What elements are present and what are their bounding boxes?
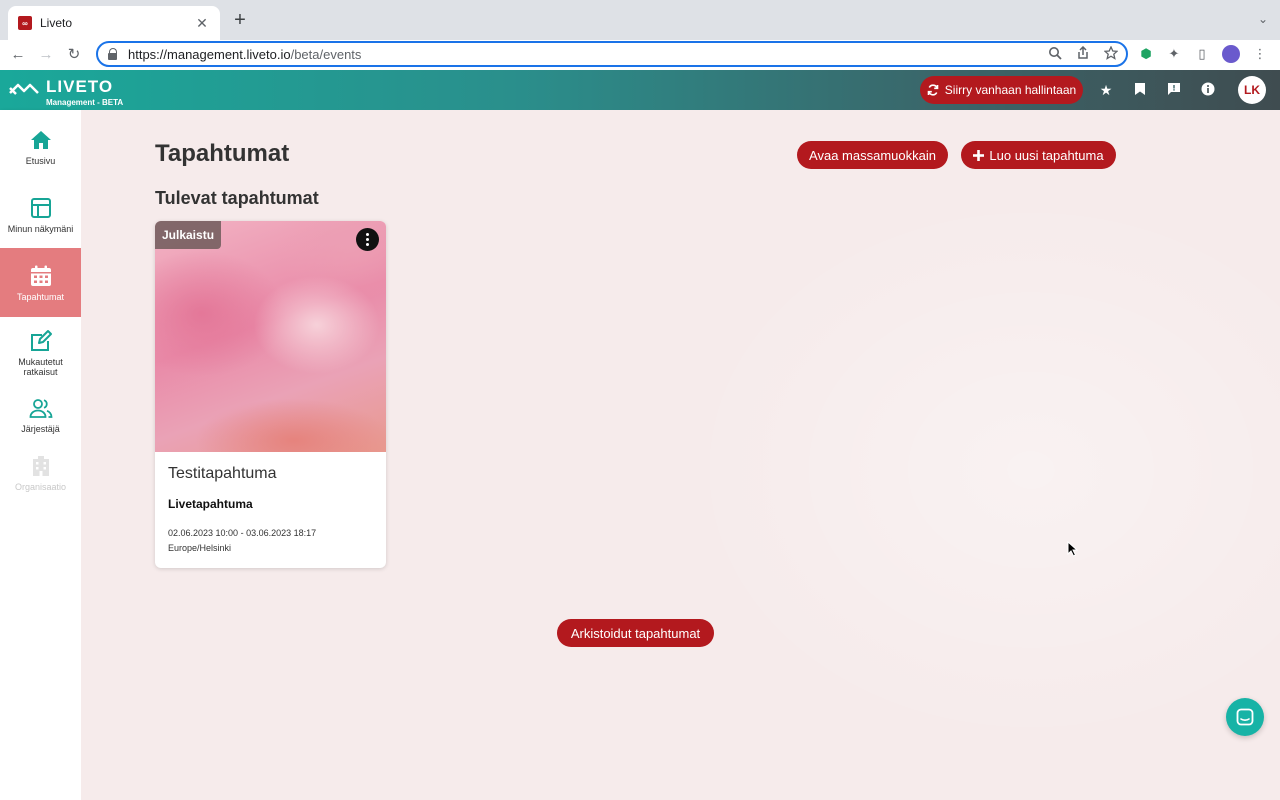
app-header: LIVETO Management - BETA Siirry vanhaan … (0, 70, 1280, 110)
sidebar-item-label: Organisaatio (14, 482, 67, 492)
users-icon (29, 399, 52, 418)
section-title: Tulevat tapahtumat (155, 188, 319, 208)
back-arrow-icon[interactable]: ← (8, 45, 28, 65)
background-decoration (681, 190, 1280, 750)
sidebar-item-organizer[interactable]: Järjestäjä (0, 396, 81, 444)
chat-launcher-button[interactable] (1226, 698, 1264, 736)
browser-menu-icon[interactable]: ⋮ (1252, 46, 1268, 62)
liveto-logo-mark-icon (8, 82, 40, 96)
address-bar[interactable]: https://management.liveto.io/beta/events (96, 41, 1128, 67)
sidebar-item-label: Järjestäjä (21, 424, 60, 434)
extension-hex-icon[interactable]: ⬢ (1138, 46, 1154, 62)
bookmark-icon[interactable] (1132, 82, 1148, 98)
layout-icon (30, 198, 51, 218)
logo-text: LIVETO (46, 77, 114, 96)
mouse-cursor-icon (1067, 541, 1079, 557)
event-card[interactable]: Julkaistu Testitapahtuma Livetapahtuma 0… (155, 221, 386, 568)
plus-icon (973, 149, 985, 161)
more-options-icon[interactable] (356, 228, 379, 251)
event-timezone: Europe/Helsinki (168, 543, 232, 553)
url-text: https://management.liveto.io/beta/events (128, 46, 362, 62)
user-avatar[interactable]: LK (1238, 76, 1266, 104)
side-panel-icon[interactable]: ▯ (1194, 46, 1210, 62)
chat-icon (1236, 708, 1254, 726)
liveto-logo[interactable]: LIVETO (8, 78, 113, 96)
liveto-favicon-icon: ∞ (18, 16, 32, 30)
tab-title: Liveto (40, 16, 73, 30)
event-title: Testitapahtuma (168, 465, 277, 482)
browser-toolbar: ← → ↻ https://management.liveto.io/beta/… (0, 40, 1280, 70)
sidebar: Etusivu Minun näkymäni Tapahtumat Mukaut… (0, 110, 81, 800)
sidebar-item-my-view[interactable]: Minun näkymäni (0, 196, 81, 248)
sync-icon (927, 84, 939, 96)
reload-icon[interactable]: ↻ (64, 45, 84, 65)
sidebar-item-label: Etusivu (25, 156, 56, 166)
old-admin-label: Siirry vanhaan hallintaan (944, 83, 1077, 97)
browser-tab[interactable]: ∞ Liveto ✕ (8, 6, 220, 40)
sidebar-item-label: Mukautetut ratkaisut (18, 357, 63, 377)
profile-avatar-icon[interactable] (1222, 45, 1240, 63)
info-icon[interactable] (1200, 82, 1216, 98)
forward-arrow-icon[interactable]: → (36, 45, 56, 65)
archived-events-button[interactable]: Arkistoidut tapahtumat (557, 619, 714, 647)
tab-close-icon[interactable]: ✕ (194, 15, 210, 32)
feedback-icon[interactable] (1166, 82, 1182, 98)
old-admin-button[interactable]: Siirry vanhaan hallintaan (920, 76, 1083, 104)
status-badge: Julkaistu (155, 221, 222, 249)
page-title: Tapahtumat (155, 140, 290, 167)
bookmark-star-icon[interactable] (1104, 46, 1118, 60)
event-type: Livetapahtuma (168, 497, 253, 511)
sidebar-item-events[interactable]: Tapahtumat (0, 248, 81, 317)
sidebar-item-label: Tapahtumat (16, 292, 65, 302)
building-icon (32, 456, 49, 476)
new-tab-button[interactable]: + (230, 10, 250, 30)
share-icon[interactable] (1076, 46, 1090, 60)
lock-icon (108, 48, 118, 60)
extensions-puzzle-icon[interactable]: ✦ (1166, 46, 1182, 62)
mass-edit-button[interactable]: Avaa massamuokkain (797, 141, 948, 169)
sidebar-item-organization: Organisaatio (0, 454, 81, 494)
calendar-icon (30, 265, 51, 286)
main-content: Tapahtumat Avaa massamuokkain Luo uusi t… (81, 110, 1280, 800)
zoom-icon[interactable] (1048, 46, 1062, 60)
event-image (155, 221, 386, 452)
home-icon (30, 131, 51, 149)
sidebar-item-custom-solutions[interactable]: Mukautetut ratkaisut (0, 329, 81, 385)
sidebar-item-label: Minun näkymäni (7, 224, 74, 234)
tab-search-chevron-icon[interactable]: ⌄ (1258, 12, 1268, 26)
create-event-label: Luo uusi tapahtuma (989, 147, 1104, 163)
event-dates: 02.06.2023 10:00 - 03.06.2023 18:17 (168, 528, 317, 538)
favorites-star-icon[interactable]: ★ (1098, 82, 1114, 98)
create-event-button[interactable]: Luo uusi tapahtuma (961, 141, 1116, 169)
logo-subtitle: Management - BETA (46, 98, 124, 107)
edit-icon (30, 330, 52, 351)
browser-tab-bar: ∞ Liveto ✕ + ⌄ (0, 0, 1280, 40)
sidebar-item-home[interactable]: Etusivu (0, 128, 81, 178)
